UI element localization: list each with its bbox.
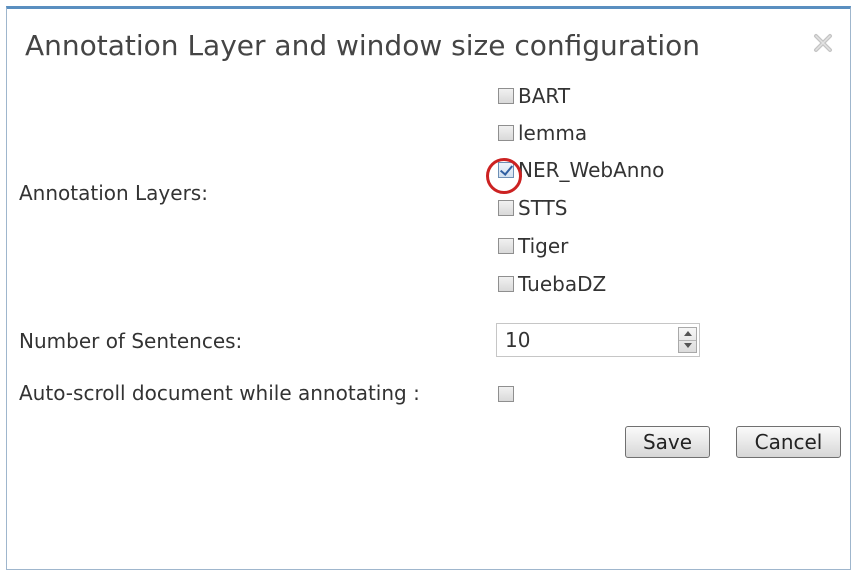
layer-checkbox-lemma[interactable] — [498, 125, 514, 141]
layer-label-tuebadz: TuebaDZ — [518, 272, 607, 296]
layer-checkbox-stts[interactable] — [498, 200, 514, 216]
sentences-input[interactable] — [497, 324, 665, 356]
dialog-titlebar[interactable]: Annotation Layer and window size configu… — [7, 9, 850, 69]
cancel-button[interactable]: Cancel — [736, 426, 841, 458]
layer-checkbox-tuebadz[interactable] — [498, 276, 514, 292]
layer-option-stts[interactable]: STTS — [498, 194, 567, 222]
layer-option-tuebadz[interactable]: TuebaDZ — [498, 270, 606, 298]
annotation-layers-label: Annotation Layers: — [19, 181, 208, 205]
layer-label-stts: STTS — [518, 196, 568, 220]
layer-checkbox-bart[interactable] — [498, 88, 514, 104]
layer-checkbox-tiger[interactable] — [498, 238, 514, 254]
layer-option-tiger[interactable]: Tiger — [498, 232, 568, 260]
layer-label-ner-webanno: NER_WebAnno — [518, 158, 665, 182]
config-dialog: Annotation Layer and window size configu… — [6, 6, 851, 570]
layer-label-bart: BART — [518, 84, 571, 108]
layer-option-ner-webanno[interactable]: NER_WebAnno — [498, 156, 664, 184]
layer-option-lemma[interactable]: lemma — [498, 119, 587, 147]
spin-down-icon[interactable] — [679, 340, 696, 352]
highlight-circle — [486, 158, 522, 194]
dialog-title: Annotation Layer and window size configu… — [25, 29, 701, 62]
save-button[interactable]: Save — [625, 426, 710, 458]
layer-label-lemma: lemma — [518, 121, 588, 145]
autoscroll-label: Auto-scroll document while annotating : — [19, 381, 420, 405]
autoscroll-checkbox[interactable] — [498, 386, 514, 402]
sentences-spinner — [496, 323, 700, 357]
spinner-buttons — [678, 327, 697, 353]
layer-option-bart[interactable]: BART — [498, 82, 570, 110]
layer-label-tiger: Tiger — [518, 234, 569, 258]
close-icon[interactable] — [813, 33, 833, 53]
sentences-label: Number of Sentences: — [19, 329, 243, 353]
